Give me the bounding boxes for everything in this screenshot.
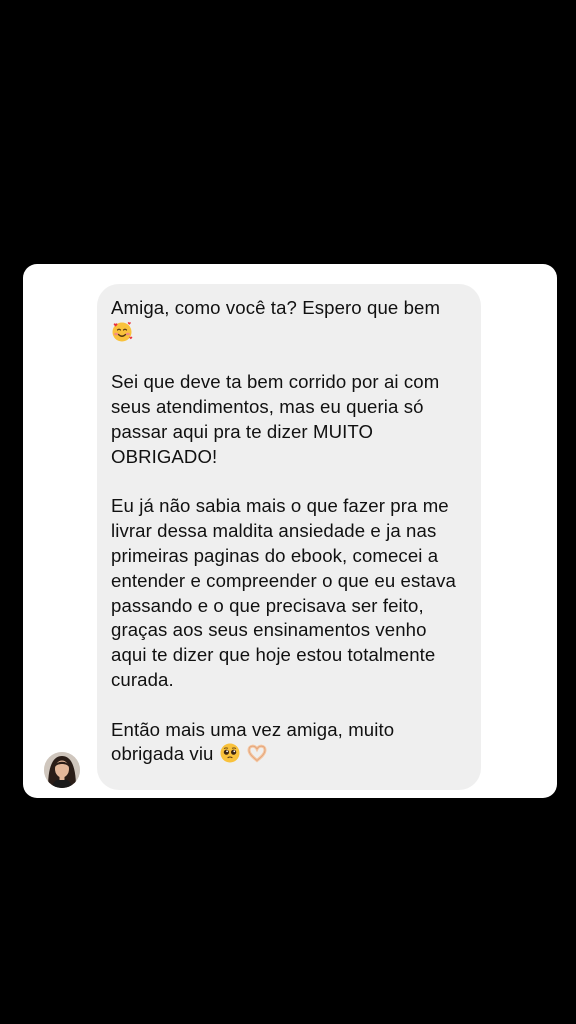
message-paragraph-1: Amiga, como você ta? Espero que bem: [111, 296, 467, 346]
smiling-face-with-hearts-icon: [111, 321, 133, 343]
message-card: Amiga, como você ta? Espero que bem Sei …: [23, 264, 557, 798]
screen-background: Amiga, como você ta? Espero que bem Sei …: [0, 0, 576, 1024]
avatar[interactable]: [44, 752, 80, 788]
heart-hands-icon: [246, 742, 268, 764]
message-paragraph-3: Eu já não sabia mais o que fazer pra me …: [111, 495, 456, 690]
pleading-face-icon: [219, 742, 241, 764]
message-bubble[interactable]: Amiga, como você ta? Espero que bem Sei …: [97, 284, 481, 790]
message-paragraph-4: Então mais uma vez amiga, muito obrigada…: [111, 718, 395, 765]
profile-avatar-icon: [44, 752, 80, 788]
message-paragraph-2: Sei que deve ta bem corrido por ai com s…: [111, 371, 440, 467]
